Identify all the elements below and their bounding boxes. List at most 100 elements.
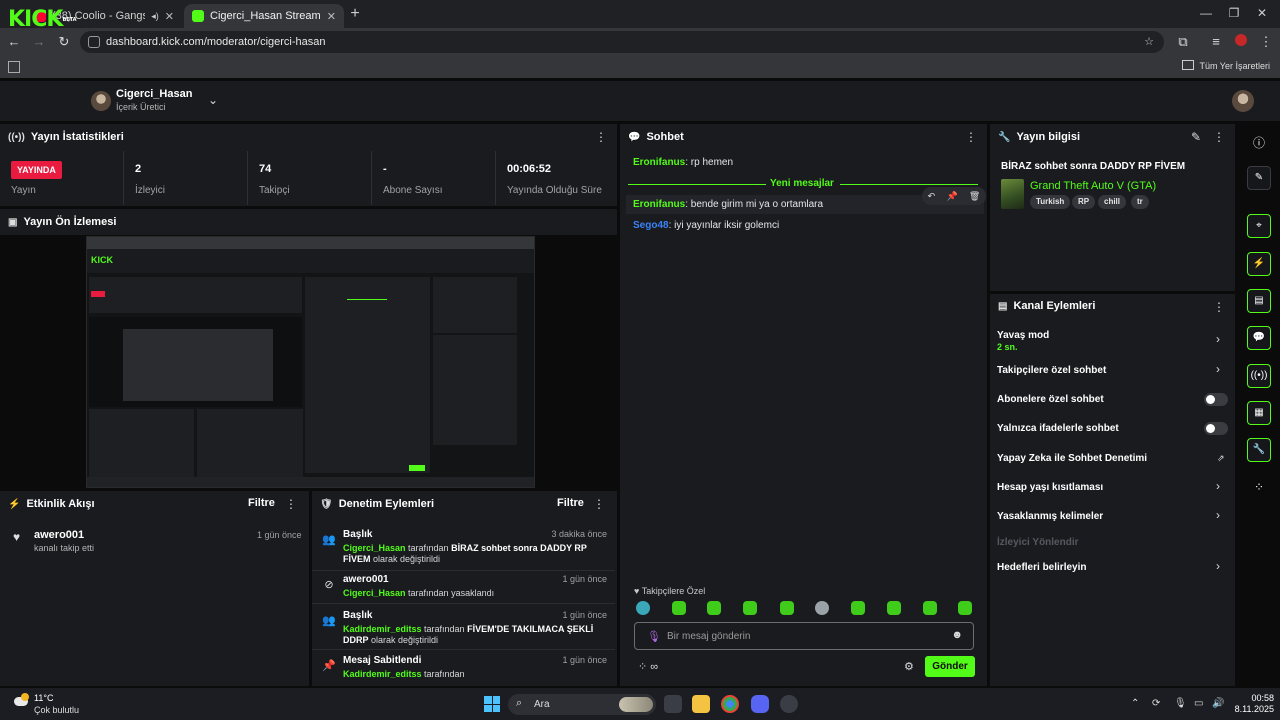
file-explorer-icon[interactable] <box>692 695 710 713</box>
chat-username[interactable]: Eronifanus <box>633 157 685 168</box>
bookmark-star-icon[interactable]: ☆ <box>1144 31 1154 53</box>
emote-icon[interactable] <box>636 601 650 615</box>
emote-icon[interactable] <box>707 601 721 615</box>
tab-kick-dashboard[interactable]: Cigerci_Hasan Stream - Kick Dashboard ✕ <box>184 4 344 28</box>
more-icon[interactable]: ⋮ <box>1213 300 1225 314</box>
category-name[interactable]: Grand Theft Auto V (GTA) <box>1030 180 1156 192</box>
microphone-icon[interactable]: 🎙 <box>647 630 661 643</box>
emote-icon[interactable] <box>851 601 865 615</box>
back-icon[interactable]: ← <box>6 34 22 50</box>
stream-tag[interactable]: RP <box>1072 195 1096 209</box>
send-button[interactable]: Gönder <box>925 656 975 677</box>
forward-icon[interactable]: → <box>31 34 47 50</box>
media-icon[interactable]: ≡ <box>1208 34 1224 50</box>
task-view-icon[interactable] <box>664 695 682 713</box>
chat-message[interactable]: Eronifanus: bende girim mi ya o ortamlar… <box>633 199 823 210</box>
more-icon[interactable]: ⋮ <box>595 130 607 144</box>
lightning-icon[interactable]: ⚡ <box>1247 252 1271 276</box>
chat-message[interactable]: Sego48: iyi yayınlar iksir golemci <box>633 220 779 231</box>
settings-gear-icon[interactable]: ⚙ <box>904 660 914 673</box>
profile-icon[interactable] <box>1233 34 1249 50</box>
set-goals-row[interactable]: Hedefleri belirleyin <box>997 562 1086 573</box>
points-icon[interactable]: ⁘ ∞ <box>638 660 658 673</box>
microphone-tray-icon[interactable]: 🎙 <box>1174 698 1187 709</box>
banned-words-row[interactable]: Yasaklanmış kelimeler <box>997 511 1103 522</box>
emote-icon[interactable] <box>780 601 794 615</box>
chevron-right-icon[interactable]: › <box>1216 479 1220 493</box>
info-icon[interactable]: ⓘ <box>1252 134 1266 151</box>
edit-pencil-icon[interactable]: ✎ <box>1191 130 1201 144</box>
reload-icon[interactable]: ↻ <box>56 34 72 50</box>
notes-icon[interactable]: ▤ <box>1247 289 1271 313</box>
site-info-icon[interactable] <box>88 36 100 48</box>
mod-user[interactable]: Kadirdemir_editss <box>343 669 422 679</box>
activity-filter-button[interactable]: Filtre <box>248 497 275 509</box>
clip-icon[interactable]: ⌖ <box>1247 214 1271 238</box>
more-icon[interactable]: ⋮ <box>285 497 297 511</box>
channel-name[interactable]: Cigerci_Hasan <box>116 88 192 100</box>
extensions-icon[interactable]: ⧉ <box>1175 34 1191 50</box>
close-tab-icon[interactable]: ✕ <box>327 10 336 23</box>
chat-username[interactable]: Eronifanus <box>633 199 685 210</box>
network-icon[interactable]: ▭ <box>1194 698 1203 709</box>
chat-username[interactable]: Sego48 <box>633 220 669 231</box>
chat-message[interactable]: Eronifanus: rp hemen <box>633 157 733 168</box>
sync-icon[interactable]: ⟳ <box>1152 698 1160 709</box>
external-link-icon[interactable]: ⇗ <box>1217 453 1225 464</box>
followers-chat-row[interactable]: Takipçilere özel sohbet <box>997 365 1106 376</box>
age-restriction-row[interactable]: Hesap yaşı kısıtlaması <box>997 482 1103 493</box>
category-thumbnail[interactable] <box>1001 179 1024 209</box>
pin-message-icon[interactable]: 📌 <box>946 191 957 202</box>
weather-description[interactable]: Çok bulutlu <box>34 705 79 715</box>
stream-preview-video[interactable]: KICK <box>86 236 535 488</box>
all-bookmarks-folder[interactable]: Tüm Yer İşaretleri <box>1182 60 1270 71</box>
broadcast-icon[interactable]: ((•)) <box>1247 364 1271 388</box>
audio-icon[interactable]: ◂) <box>151 11 159 22</box>
temperature[interactable]: 11°C <box>34 693 53 703</box>
stream-tag[interactable]: Turkish <box>1030 195 1071 209</box>
emote-icon[interactable] <box>887 601 901 615</box>
wrench-icon[interactable]: 🔧 <box>1247 438 1271 462</box>
url-bar[interactable]: dashboard.kick.com/moderator/cigerci-has… <box>80 31 1164 53</box>
chrome-icon[interactable] <box>721 695 739 713</box>
emote-icon[interactable] <box>815 601 829 615</box>
mod-user[interactable]: Cigerci_Hasan <box>343 588 406 598</box>
mod-user[interactable]: Kadirdemir_editss <box>343 624 422 634</box>
app-icon[interactable] <box>780 695 798 713</box>
chevron-right-icon[interactable]: › <box>1216 332 1220 346</box>
delete-icon[interactable]: 🗑 <box>969 191 980 202</box>
add-widget-icon[interactable]: ⁘ <box>1252 480 1266 494</box>
close-tab-icon[interactable]: ✕ <box>165 10 174 23</box>
start-windows-icon[interactable] <box>484 696 500 712</box>
more-icon[interactable]: ⋮ <box>1213 130 1225 144</box>
chevron-right-icon[interactable]: › <box>1216 362 1220 376</box>
volume-icon[interactable]: 🔊 <box>1212 698 1224 709</box>
layout-icon[interactable]: ▦ <box>1247 401 1271 425</box>
channel-avatar[interactable] <box>91 91 111 111</box>
activity-username[interactable]: awero001 <box>34 529 84 541</box>
mod-user[interactable]: Cigerci_Hasan <box>343 543 406 553</box>
emote-icon[interactable] <box>743 601 757 615</box>
chevron-right-icon[interactable]: › <box>1216 508 1220 522</box>
stream-tag[interactable]: tr <box>1131 195 1149 209</box>
close-window-icon[interactable]: ✕ <box>1252 6 1272 20</box>
chat-message-input[interactable] <box>667 628 947 644</box>
chevron-right-icon[interactable]: › <box>1216 559 1220 573</box>
edit-layout-icon[interactable]: ✎ <box>1247 166 1271 190</box>
more-icon[interactable]: ⋮ <box>593 497 605 511</box>
restore-icon[interactable]: ❐ <box>1224 6 1244 20</box>
kick-logo[interactable]: KICKBETA <box>8 9 77 31</box>
taskbar-search[interactable]: ⌕ Ara <box>508 694 656 715</box>
new-tab-button[interactable]: + <box>346 5 364 23</box>
discord-icon[interactable] <box>751 695 769 713</box>
stream-tag[interactable]: chill <box>1098 195 1127 209</box>
ai-moderation-row[interactable]: Yapay Zeka ile Sohbet Denetimi <box>997 453 1147 464</box>
emote-icon[interactable] <box>923 601 937 615</box>
chevron-down-icon[interactable]: ⌄ <box>208 93 218 107</box>
slow-mode-row[interactable]: Yavaş mod <box>997 330 1049 341</box>
minimize-icon[interactable]: — <box>1196 6 1216 20</box>
more-icon[interactable]: ⋮ <box>965 130 977 144</box>
taskbar-clock[interactable]: 00:58 8.11.2025 <box>1230 693 1274 715</box>
emotes-chat-toggle[interactable] <box>1204 422 1228 435</box>
chat-icon[interactable]: 💬 <box>1247 326 1271 350</box>
